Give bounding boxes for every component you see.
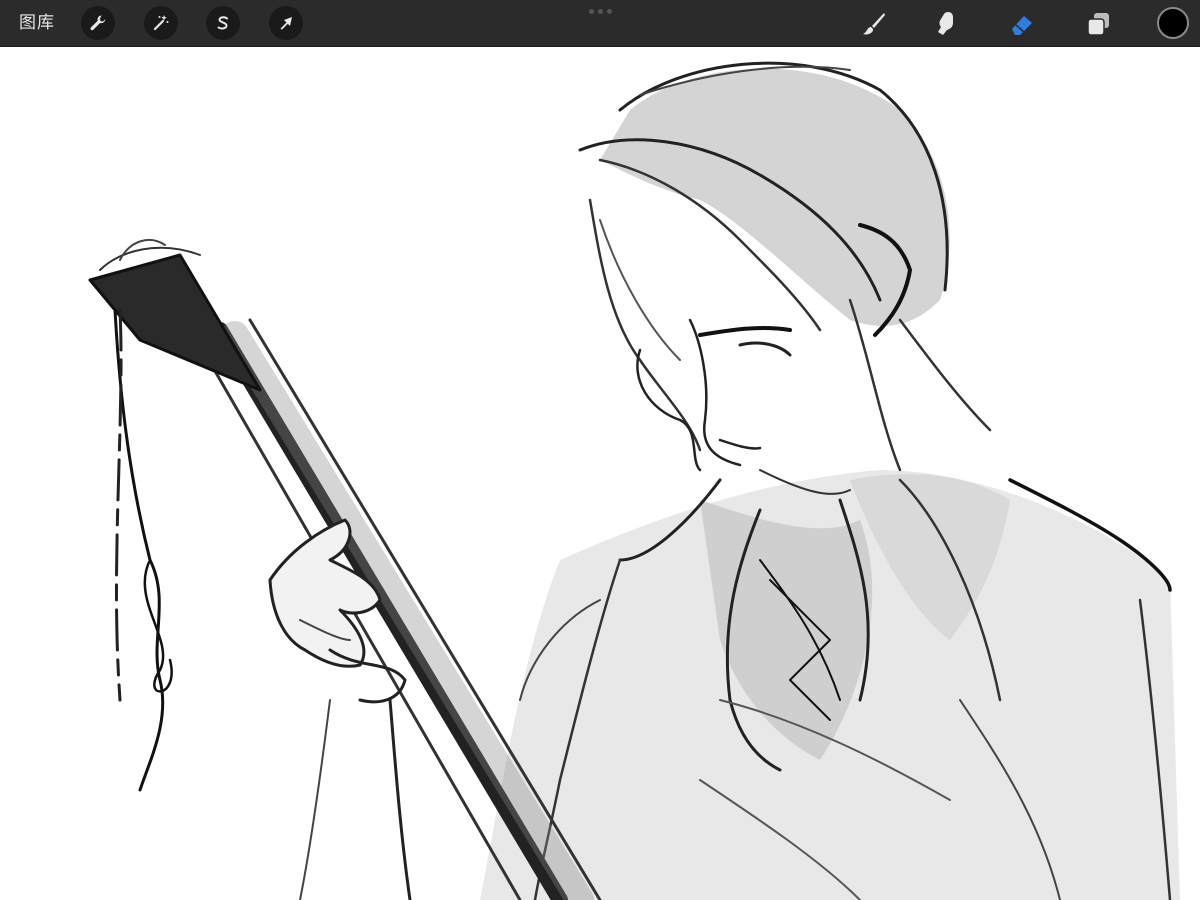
arrow-cursor-icon (280, 17, 292, 30)
brush-icon (863, 13, 885, 35)
procreate-app: 图库 (0, 0, 1200, 900)
brush-tool-button[interactable] (858, 8, 890, 40)
eraser-icon (1012, 16, 1032, 35)
smudge-finger-icon (938, 12, 953, 35)
sketch-artwork (88, 61, 1180, 900)
layers-button[interactable] (1082, 8, 1114, 40)
selection-button[interactable] (206, 6, 240, 40)
selection-s-icon (217, 16, 228, 30)
top-toolbar: 图库 (0, 0, 1200, 47)
adjustments-button[interactable] (144, 6, 178, 40)
toolbar-grabber[interactable] (589, 9, 612, 14)
drawing-canvas[interactable] (0, 47, 1200, 900)
actions-button[interactable] (81, 6, 115, 40)
color-picker-button[interactable] (1157, 7, 1189, 39)
transform-button[interactable] (269, 6, 303, 40)
grabber-dot (598, 9, 603, 14)
gallery-button[interactable]: 图库 (19, 11, 55, 35)
eraser-tool-button[interactable] (1006, 8, 1038, 40)
grabber-dot (589, 9, 594, 14)
layers-icon (1087, 13, 1109, 36)
grabber-dot (607, 9, 612, 14)
wrench-icon (90, 15, 106, 31)
smudge-tool-button[interactable] (929, 8, 961, 40)
magic-wand-icon (153, 15, 169, 31)
